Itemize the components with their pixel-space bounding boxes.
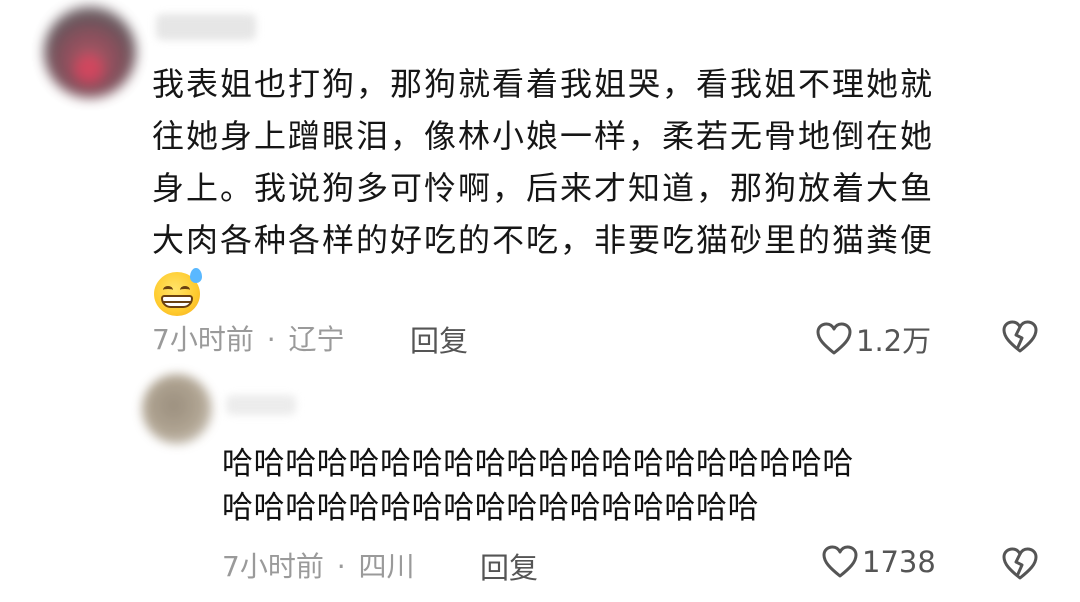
meta-separator: · (336, 550, 346, 583)
avatar[interactable] (142, 374, 212, 444)
avatar[interactable] (44, 6, 136, 98)
reply-meta: 7小时前 · 四川 (222, 545, 415, 585)
like-count: 1738 (862, 545, 936, 579)
like-button[interactable]: 1738 (822, 545, 936, 579)
reply-button[interactable]: 回复 (480, 545, 538, 587)
reply-button[interactable]: 回复 (410, 318, 468, 360)
heart-outline-icon (822, 545, 858, 579)
reply-line: 哈哈哈哈哈哈哈哈哈哈哈哈哈哈哈哈哈 (222, 490, 760, 526)
like-count: 1.2万 (856, 324, 932, 358)
username-blurred[interactable] (156, 14, 256, 40)
comment-line: 我表姐也打狗，那狗就看着我姐哭，看我姐不理她就 (152, 65, 935, 103)
dislike-button[interactable] (1002, 547, 1038, 581)
comment-time: 7小时前 (152, 323, 254, 356)
broken-heart-icon (1002, 547, 1038, 581)
comment-line: 身上。我说狗多可怜啊，后来才知道，那狗放着大鱼 (152, 169, 935, 207)
dislike-button[interactable] (1002, 320, 1038, 354)
username-blurred[interactable] (226, 395, 296, 415)
reply-time: 7小时前 (222, 550, 324, 583)
reply-location: 四川 (358, 550, 415, 583)
like-button[interactable]: 1.2万 (816, 318, 931, 360)
broken-heart-icon (1002, 320, 1038, 354)
reply-line: 哈哈哈哈哈哈哈哈哈哈哈哈哈哈哈哈哈哈哈哈 (222, 446, 854, 482)
reply-body: 哈哈哈哈哈哈哈哈哈哈哈哈哈哈哈哈哈哈哈哈 哈哈哈哈哈哈哈哈哈哈哈哈哈哈哈哈哈 (222, 442, 1042, 530)
meta-separator: · (266, 323, 276, 356)
heart-outline-icon (816, 322, 852, 356)
comment-line: 大肉各种各样的好吃的不吃，非要吃猫砂里的猫粪便 (152, 221, 935, 259)
comment-body: 我表姐也打狗，那狗就看着我姐哭，看我姐不理她就 往她身上蹭眼泪，像林小娘一样，柔… (152, 58, 1052, 333)
grinning-face-with-sweat-icon (152, 268, 202, 318)
comment-meta: 7小时前 · 辽宁 (152, 318, 345, 358)
comment-line: 往她身上蹭眼泪，像林小娘一样，柔若无骨地倒在她 (152, 117, 935, 155)
comment-location: 辽宁 (288, 323, 345, 356)
